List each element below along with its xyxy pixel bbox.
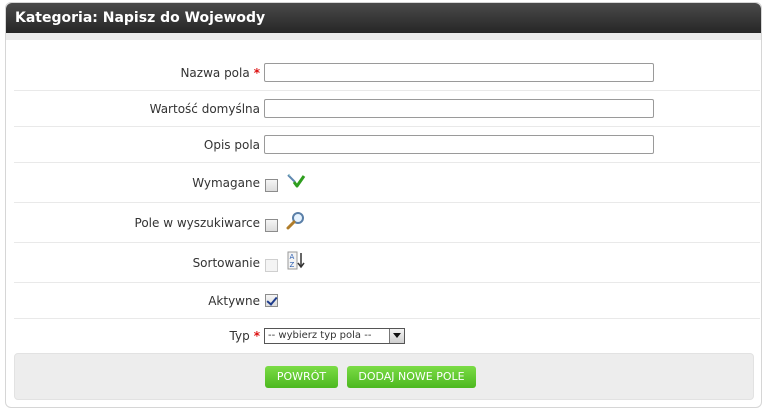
typ-select-value: -- wybierz typ pola -- [268, 330, 372, 341]
field-row-opis: Opis pola [14, 127, 760, 163]
page-title: Kategoria: Napisz do Wojewody [15, 10, 266, 26]
field-row-sortowanie: Sortowanie A Z [14, 243, 760, 283]
required-check-icon [287, 173, 306, 188]
field-label-typ: Typ * [229, 329, 260, 343]
required-mark: * [253, 66, 260, 80]
field-label-aktywne: Aktywne [208, 294, 260, 308]
form-panel: Kategoria: Napisz do Wojewody Nazwa pola… [5, 2, 762, 408]
field-label-nazwa: Nazwa pola * [180, 66, 260, 80]
field-row-aktywne: Aktywne [14, 283, 760, 319]
chevron-down-icon[interactable] [389, 329, 404, 343]
field-row-wyszukiwarka: Pole w wyszukiwarce [14, 203, 760, 243]
required-mark: * [253, 329, 260, 343]
wymagane-checkbox[interactable] [265, 179, 278, 192]
add-field-button[interactable]: DODAJ NOWE POLE [347, 366, 476, 388]
field-label-wyszukiwarka: Pole w wyszukiwarce [134, 216, 260, 230]
field-row-wymagane: Wymagane [14, 163, 760, 203]
wyszukiwarka-checkbox[interactable] [265, 219, 278, 232]
nazwa-input[interactable] [264, 63, 654, 82]
svg-text:A: A [290, 253, 295, 261]
field-row-wartosc: Wartość domyślna [14, 91, 760, 127]
field-row-typ: Typ * -- wybierz typ pola -- [14, 319, 760, 353]
sort-az-icon: A Z [287, 251, 305, 270]
field-row-nazwa: Nazwa pola * [14, 55, 760, 91]
back-button[interactable]: POWRÓT [265, 366, 338, 388]
field-label-opis: Opis pola [203, 138, 260, 152]
opis-input[interactable] [264, 135, 654, 154]
svg-text:Z: Z [290, 261, 295, 269]
wartosc-input[interactable] [264, 99, 654, 118]
aktywne-checkbox[interactable] [265, 294, 278, 307]
form-footer: POWRÓT DODAJ NOWE POLE [14, 353, 754, 400]
field-label-wartosc: Wartość domyślna [149, 102, 260, 116]
panel-header: Kategoria: Napisz do Wojewody [6, 3, 761, 33]
typ-select[interactable]: -- wybierz typ pola -- [264, 328, 405, 344]
header-strip [6, 33, 761, 40]
sortowanie-checkbox[interactable] [265, 259, 278, 272]
field-label-sortowanie: Sortowanie [192, 256, 260, 270]
magnifier-icon [286, 212, 304, 230]
field-label-wymagane: Wymagane [192, 176, 260, 190]
